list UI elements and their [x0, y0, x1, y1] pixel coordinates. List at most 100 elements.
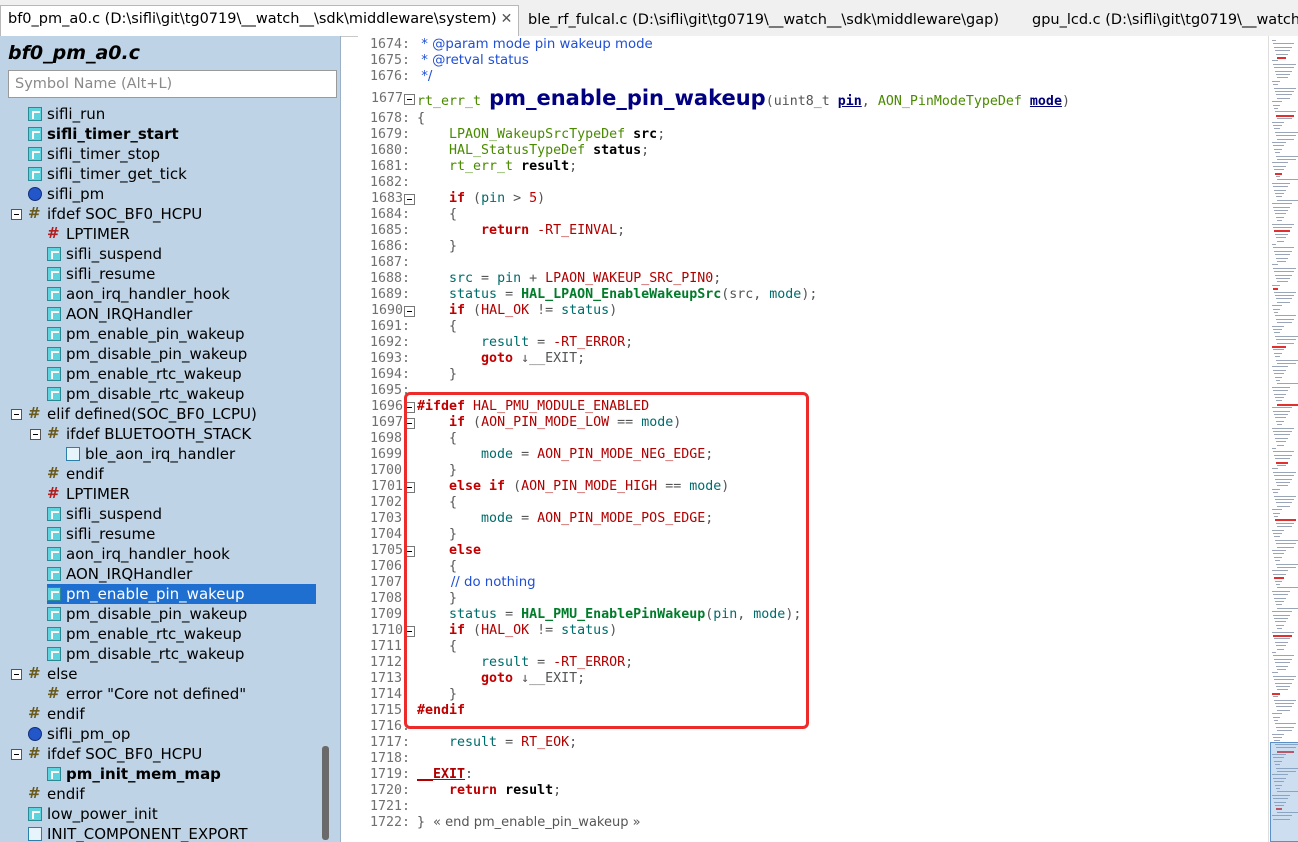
tree-item[interactable]: sifli_resume	[47, 264, 155, 284]
tree-collapse-icon[interactable]	[30, 429, 41, 440]
tab-1[interactable]: bf0_pm_a0.c (D:\sifli\git\tg0719\__watch…	[0, 5, 519, 36]
code-line[interactable]: src = pin + LPAON_WAKEUP_SRC_PIN0;	[417, 271, 721, 287]
tree-scrollbar[interactable]	[322, 746, 329, 840]
code-line[interactable]: rt_err_t pm_enable_pin_wakeup(uint8_t pi…	[417, 85, 1070, 111]
tree-item[interactable]: ifdef BLUETOOTH_STACK	[47, 423, 251, 444]
tree-item[interactable]: sifli_run	[28, 104, 105, 124]
tree-item[interactable]: ifdef SOC_BF0_HCPU	[28, 743, 202, 764]
code-token: ;	[569, 159, 578, 174]
code-token: return	[417, 223, 538, 238]
code-line[interactable]: result = -RT_ERROR;	[417, 335, 633, 351]
tree-item[interactable]: sifli_resume	[47, 524, 155, 544]
minimap-line	[1275, 437, 1288, 439]
tree-item[interactable]: endif	[28, 783, 85, 804]
code-line[interactable]: {	[417, 319, 457, 335]
tree-item[interactable]: AON_IRQHandler	[47, 564, 192, 584]
minimap-line	[1275, 601, 1284, 602]
code-line[interactable]: __EXIT:	[417, 767, 473, 783]
tree-item[interactable]: pm_disable_pin_wakeup	[47, 604, 247, 624]
tree-collapse-icon[interactable]	[11, 409, 22, 420]
tab-2[interactable]: ble_rf_fulcal.c (D:\sifli\git\tg0719\__w…	[521, 7, 1023, 36]
tree-item[interactable]: aon_irq_handler_hook	[47, 544, 230, 564]
code-token: (uint8_t	[765, 94, 838, 109]
function-icon	[47, 567, 61, 581]
code-line[interactable]: return result;	[417, 783, 561, 799]
fold-collapse-icon[interactable]	[404, 94, 415, 105]
code-line[interactable]: rt_err_t result;	[417, 159, 577, 175]
code-line[interactable]: HAL_StatusTypeDef status;	[417, 143, 649, 159]
code-line[interactable]: return -RT_EINVAL;	[417, 223, 625, 239]
code-line[interactable]: */	[417, 69, 432, 85]
code-line[interactable]: * @param mode pin wakeup mode	[417, 37, 653, 53]
tree-item[interactable]: sifli_timer_stop	[28, 144, 160, 164]
code-line[interactable]: }	[417, 367, 457, 383]
tree-item[interactable]: aon_irq_handler_hook	[47, 284, 230, 304]
tree-collapse-icon[interactable]	[11, 209, 22, 220]
tree-item[interactable]: LPTIMER	[47, 223, 130, 244]
tree-collapse-icon[interactable]	[11, 669, 22, 680]
code-line[interactable]: * @retval status	[417, 53, 529, 69]
code-token: )	[1061, 94, 1070, 109]
code-line[interactable]: } « end pm_enable_pin_wakeup »	[417, 815, 641, 831]
tree-item[interactable]: elif defined(SOC_BF0_LCPU)	[28, 403, 257, 424]
tree-item[interactable]: LPTIMER	[47, 483, 130, 504]
tree-item[interactable]: sifli_timer_start	[28, 124, 179, 144]
minimap-line	[1276, 135, 1296, 137]
tree-item[interactable]: pm_disable_pin_wakeup	[47, 344, 247, 364]
code-line[interactable]: goto ↓__EXIT;	[417, 351, 585, 367]
code-line[interactable]: if (HAL_OK != status)	[417, 303, 617, 319]
minimap-line	[1273, 43, 1294, 45]
tree-item[interactable]: INIT_COMPONENT_EXPORT	[28, 824, 248, 842]
tree-item[interactable]: else	[28, 663, 78, 684]
tree-item[interactable]: ifdef SOC_BF0_HCPU	[28, 203, 202, 224]
code-line[interactable]: {	[417, 207, 457, 223]
fold-collapse-icon[interactable]	[404, 306, 415, 317]
minimap-line	[1272, 427, 1294, 429]
code-token: « end pm_enable_pin_wakeup »	[433, 815, 641, 830]
minimap-line	[1273, 696, 1278, 698]
symbol-search-input[interactable]	[8, 70, 337, 98]
tree-item[interactable]: endif	[47, 463, 104, 484]
tree-item-label: low_power_init	[47, 805, 158, 823]
tree-item[interactable]: sifli_suspend	[47, 244, 162, 264]
tree-item-label: pm_disable_pin_wakeup	[66, 605, 248, 623]
tree-item[interactable]: ble_aon_irq_handler	[66, 444, 235, 464]
tree-item[interactable]: pm_enable_pin_wakeup	[47, 584, 316, 604]
tree-item[interactable]: error "Core not defined"	[47, 683, 246, 704]
tree-item[interactable]: pm_enable_rtc_wakeup	[47, 624, 242, 644]
function-icon	[47, 347, 61, 361]
code-minimap[interactable]	[1268, 36, 1298, 842]
minimap-line	[1272, 305, 1282, 307]
minimap-line	[1277, 97, 1290, 99]
close-tab-icon[interactable]: ✕	[501, 11, 513, 27]
tree-item[interactable]: pm_enable_rtc_wakeup	[47, 364, 242, 384]
tree-item[interactable]: pm_init_mem_map	[47, 764, 221, 784]
code-line[interactable]: {	[417, 111, 425, 127]
tree-item[interactable]: endif	[28, 703, 85, 724]
code-line[interactable]: status = HAL_LPAON_EnableWakeupSrc(src, …	[417, 287, 817, 303]
tree-item[interactable]: sifli_pm_op	[28, 724, 130, 744]
minimap-line	[1276, 237, 1286, 239]
tree-collapse-icon[interactable]	[11, 749, 22, 760]
tree-item[interactable]: sifli_pm	[28, 184, 104, 204]
minimap-line	[1273, 655, 1294, 657]
code-line[interactable]: LPAON_WakeupSrcTypeDef src;	[417, 127, 665, 143]
minimap-viewport[interactable]	[1270, 742, 1298, 842]
tree-item[interactable]: pm_disable_rtc_wakeup	[47, 384, 244, 404]
tree-item[interactable]: pm_enable_pin_wakeup	[47, 324, 245, 344]
code-token: rt_err_t	[417, 159, 522, 174]
code-token: * @retval status	[417, 53, 529, 68]
tab-3[interactable]: gpu_lcd.c (D:\sifli\git\tg0719\__watch__…	[1025, 7, 1298, 36]
tree-item[interactable]: sifli_suspend	[47, 504, 162, 524]
tree-item[interactable]: pm_disable_rtc_wakeup	[47, 644, 244, 664]
tree-item[interactable]: sifli_timer_get_tick	[28, 164, 187, 184]
tree-item[interactable]: AON_IRQHandler	[47, 304, 192, 324]
tree-item[interactable]: low_power_init	[28, 804, 158, 824]
code-line[interactable]: result = RT_EOK;	[417, 735, 577, 751]
code-token: ;	[641, 143, 650, 158]
tree-item-label: else	[47, 665, 78, 683]
fold-collapse-icon[interactable]	[404, 194, 415, 205]
code-line[interactable]: if (pin > 5)	[417, 191, 545, 207]
tab-label: gpu_lcd.c (D:\sifli\git\tg0719\__watch__…	[1032, 12, 1298, 28]
code-line[interactable]: }	[417, 239, 457, 255]
